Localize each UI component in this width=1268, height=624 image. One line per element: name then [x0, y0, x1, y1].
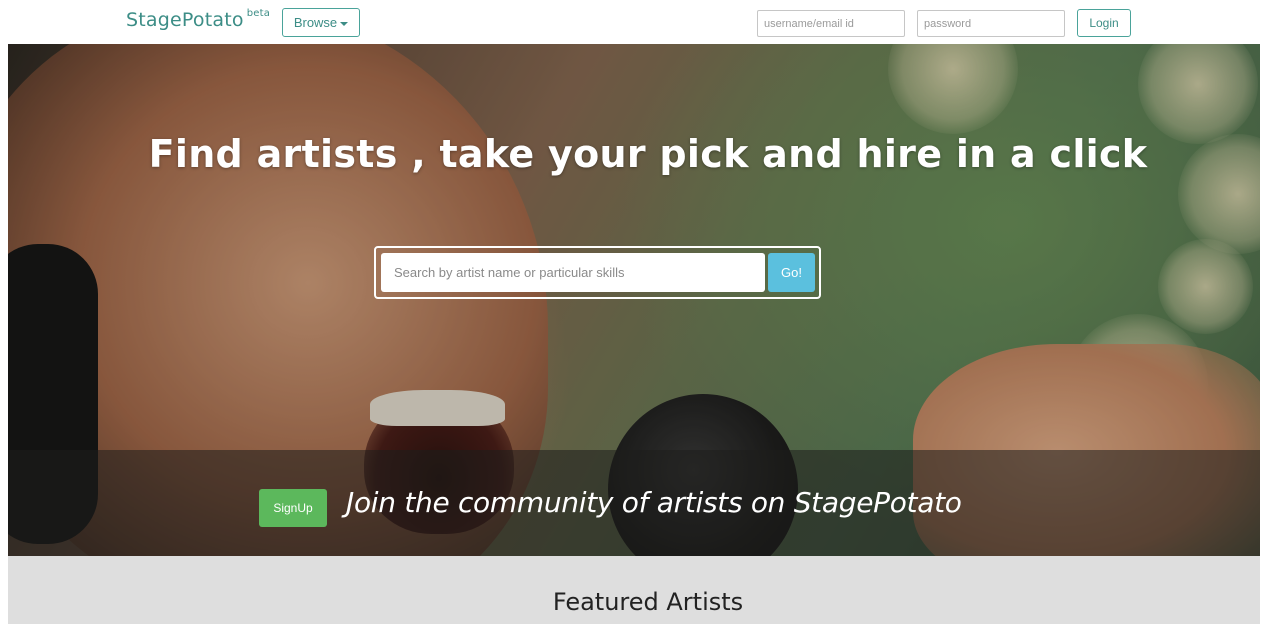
- username-input[interactable]: [757, 10, 905, 37]
- join-community-text: Join the community of artists on StagePo…: [346, 486, 962, 519]
- browse-label: Browse: [293, 15, 338, 30]
- hero-banner: Find artists , take your pick and hire i…: [8, 44, 1260, 556]
- search-go-button[interactable]: Go!: [768, 253, 815, 292]
- login-button[interactable]: Login: [1077, 9, 1131, 37]
- featured-artists-section: Featured Artists: [8, 556, 1260, 624]
- hero-title: Find artists , take your pick and hire i…: [148, 132, 1148, 176]
- password-input[interactable]: [917, 10, 1065, 37]
- featured-artists-heading: Featured Artists: [552, 588, 744, 616]
- chevron-down-icon: [340, 21, 349, 26]
- signup-button[interactable]: SignUp: [259, 489, 327, 527]
- brand-name: StagePotato: [126, 9, 244, 31]
- browse-dropdown-button[interactable]: Browse: [282, 8, 360, 37]
- beta-badge: beta: [246, 7, 271, 19]
- top-navbar: StagePotatobeta Browse Login: [0, 0, 1268, 44]
- artist-search-form: Go!: [374, 246, 821, 299]
- join-community-band: SignUp Join the community of artists on …: [8, 450, 1260, 556]
- brand-logo[interactable]: StagePotato beta: [126, 7, 271, 31]
- artist-search-input[interactable]: [381, 253, 765, 292]
